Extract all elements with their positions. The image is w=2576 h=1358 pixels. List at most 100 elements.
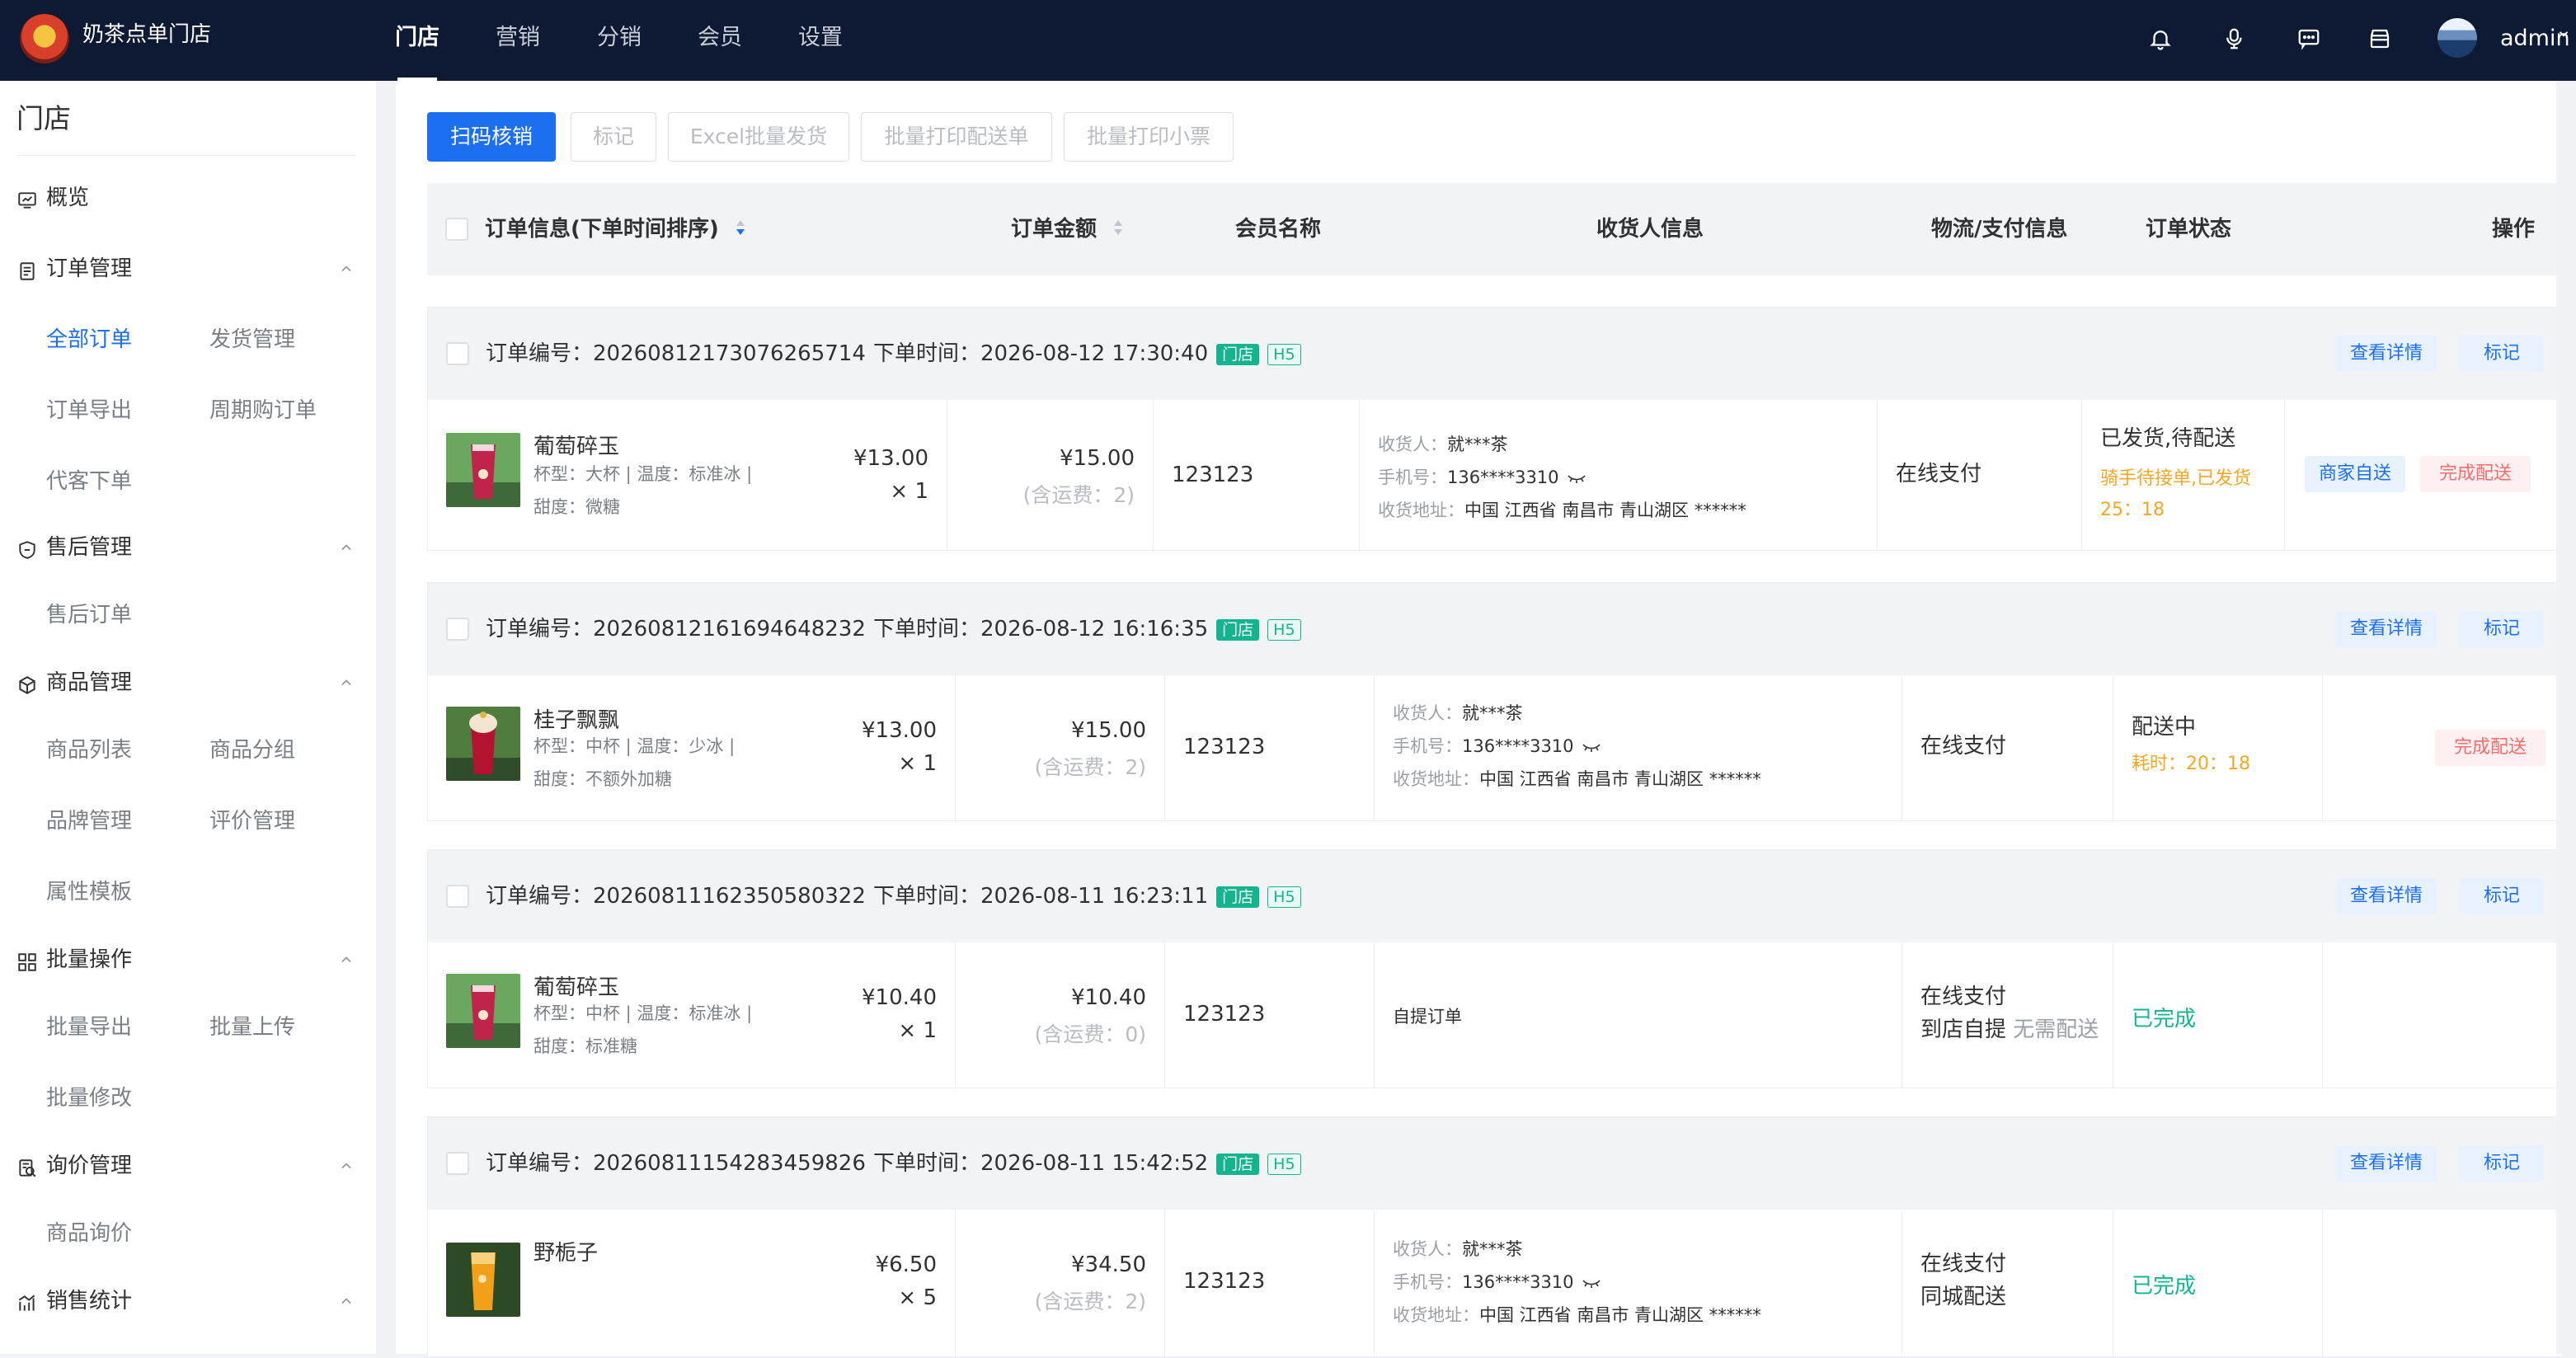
select-all-checkbox[interactable] <box>445 218 468 241</box>
sidebar-item-batch-upload[interactable]: 批量上传 <box>209 1011 295 1044</box>
sidebar-item-attribute-templates[interactable]: 属性模板 <box>46 876 132 909</box>
shipping-fee: (含运费：2) <box>1022 483 1135 507</box>
shipping-fee: (含运费：2) <box>1034 755 1146 779</box>
column-actions: 操作 <box>2492 217 2536 242</box>
actions-cell: 完成配送 <box>2323 675 2564 822</box>
order-number: 订单编号：20260812161694648232 <box>486 617 866 641</box>
receiver-name: 收货人：就***茶 <box>1378 435 1508 454</box>
order-mark-button[interactable]: 标记 <box>2460 336 2544 372</box>
order-mark-button[interactable]: 标记 <box>2460 1145 2544 1182</box>
payment-method: 在线支付 <box>1920 984 2007 1009</box>
nav-distribution[interactable]: 分销 <box>596 0 642 81</box>
payment-cell: 在线支付 同城配送 <box>1902 1210 2113 1358</box>
microphone-icon[interactable] <box>2218 22 2251 55</box>
eye-closed-icon[interactable] <box>1582 731 1601 764</box>
eye-closed-icon[interactable] <box>1582 1266 1601 1299</box>
sidebar-item-product-inquiry[interactable]: 商品询价 <box>46 1217 132 1250</box>
order-checkbox[interactable] <box>446 885 469 908</box>
tag-store: 门店 <box>1216 618 1260 641</box>
status-timer: 25：18 <box>2100 500 2165 520</box>
receiver-phone: 手机号：136****3310 <box>1393 1266 1601 1299</box>
sidebar-item-aftersale-orders[interactable]: 售后订单 <box>46 599 132 632</box>
view-detail-button[interactable]: 查看详情 <box>2336 336 2437 372</box>
order-mark-button[interactable]: 标记 <box>2460 878 2544 914</box>
sort-icon[interactable] <box>1112 184 1124 276</box>
sidebar-item-order-export[interactable]: 订单导出 <box>46 394 132 427</box>
quantity: × 1 <box>898 751 937 776</box>
chevron-up-icon[interactable] <box>338 531 355 564</box>
sidebar-item-all-orders[interactable]: 全部订单 <box>46 323 132 356</box>
sidebar-item-proxy-order[interactable]: 代客下单 <box>46 465 132 498</box>
chart-icon <box>16 1291 38 1313</box>
nav-settings[interactable]: 设置 <box>797 0 844 81</box>
chevron-down-icon[interactable] <box>2556 26 2571 45</box>
sidebar-item-batch-export[interactable]: 批量导出 <box>46 1011 132 1044</box>
view-detail-button[interactable]: 查看详情 <box>2336 878 2437 914</box>
batch-print-delivery-button[interactable]: 批量打印配送单 <box>861 112 1052 162</box>
view-detail-button[interactable]: 查看详情 <box>2336 1145 2437 1182</box>
scan-verify-button[interactable]: 扫码核销 <box>427 112 556 162</box>
column-order-info[interactable]: 订单信息(下单时间排序) <box>485 183 746 275</box>
product-name: 葡萄碎玉 <box>534 435 620 459</box>
payment-method: 在线支付 <box>1920 1252 2007 1276</box>
tag-h5: H5 <box>1267 618 1301 641</box>
sidebar-title: 门店 <box>16 102 71 134</box>
sidebar-item-shipping[interactable]: 发货管理 <box>209 323 295 356</box>
order-mark-button[interactable]: 标记 <box>2460 611 2544 647</box>
eye-closed-icon[interactable] <box>1567 462 1586 495</box>
shipping-fee: (含运费：2) <box>1034 1290 1146 1313</box>
store-icon[interactable] <box>2363 22 2396 55</box>
product-spec: 杯型：中杯 | 温度：标准冰 | <box>534 1003 753 1023</box>
sidebar-item-product-list[interactable]: 商品列表 <box>46 734 132 767</box>
chevron-up-icon[interactable] <box>338 1149 355 1182</box>
unit-price: ¥13.00 <box>862 718 937 743</box>
sort-icon[interactable] <box>735 184 746 276</box>
bell-icon[interactable] <box>2144 22 2177 55</box>
status-cell: 已发货,待配送 骑手待接单,已发货 25：18 <box>2082 400 2285 552</box>
receiver-cell: 收货人：就***茶 手机号：136****3310 收货地址：中国 江西省 南昌… <box>1375 1210 1902 1358</box>
nav-store[interactable]: 门店 <box>394 0 440 81</box>
order-amount-cell: ¥15.00 (含运费：2) <box>956 675 1165 822</box>
sidebar-item-product-groups[interactable]: 商品分组 <box>209 734 295 767</box>
order-total: ¥15.00 <box>1060 446 1135 471</box>
sidebar-item-batch-modify[interactable]: 批量修改 <box>46 1082 132 1115</box>
chevron-up-icon[interactable] <box>338 252 355 285</box>
complete-delivery-button[interactable]: 完成配送 <box>2420 456 2531 492</box>
mark-button[interactable]: 标记 <box>571 112 656 162</box>
order-checkbox[interactable] <box>446 342 469 365</box>
view-detail-button[interactable]: 查看详情 <box>2336 611 2437 647</box>
column-order-amount[interactable]: 订单金额 <box>1011 183 1124 275</box>
chat-icon[interactable] <box>2292 22 2325 55</box>
order-time: 下单时间：2026-08-12 16:16:35 门店 H5 <box>873 611 1301 647</box>
order-header: 订单编号：20260811162350580322 下单时间：2026-08-1… <box>428 850 2562 942</box>
merchant-delivery-button[interactable]: 商家自送 <box>2305 456 2405 492</box>
order-checkbox[interactable] <box>446 618 469 641</box>
column-receiver-info: 收货人信息 <box>1596 217 1704 242</box>
order-status: 已完成 <box>2132 1007 2197 1031</box>
order-total: ¥34.50 <box>1071 1252 1146 1277</box>
column-order-status: 订单状态 <box>2146 217 2232 242</box>
sidebar-item-periodic-orders[interactable]: 周期购订单 <box>209 394 317 427</box>
batch-print-receipt-button[interactable]: 批量打印小票 <box>1064 112 1234 162</box>
sidebar-item-reviews[interactable]: 评价管理 <box>209 805 295 838</box>
nav-marketing[interactable]: 营销 <box>495 0 541 81</box>
unit-price: ¥13.00 <box>853 446 928 471</box>
chevron-up-icon[interactable] <box>338 1285 355 1318</box>
member-name: 123123 <box>1172 463 1254 487</box>
quantity: × 5 <box>898 1285 937 1310</box>
order-checkbox[interactable] <box>446 1152 469 1175</box>
member-name: 123123 <box>1183 1002 1266 1027</box>
avatar[interactable] <box>2437 18 2477 58</box>
product-image <box>446 707 520 781</box>
order-product-cell: 桂子飘飘 杯型：中杯 | 温度：少冰 | 甜度：不额外加糖 ¥13.00 × 1 <box>428 675 956 822</box>
complete-delivery-button[interactable]: 完成配送 <box>2435 730 2545 766</box>
scrollbar-track[interactable] <box>2556 81 2576 1354</box>
nav-member[interactable]: 会员 <box>697 0 743 81</box>
excel-batch-ship-button[interactable]: Excel批量发货 <box>668 112 849 162</box>
sidebar-item-brands[interactable]: 品牌管理 <box>46 805 132 838</box>
payment-method: 在线支付 <box>1896 462 1982 486</box>
chevron-up-icon[interactable] <box>338 666 355 699</box>
chevron-up-icon[interactable] <box>338 943 355 976</box>
quantity: × 1 <box>898 1018 937 1043</box>
unit-price: ¥10.40 <box>862 985 937 1010</box>
